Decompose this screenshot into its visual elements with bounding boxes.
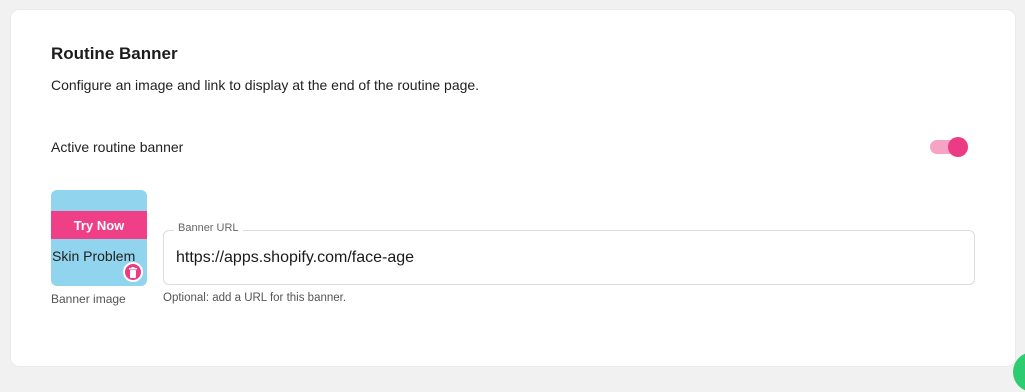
toggle-knob [948, 137, 968, 157]
banner-url-helper-text: Optional: add a URL for this banner. [163, 292, 347, 304]
section-description: Configure an image and link to display a… [51, 77, 480, 93]
banner-image-caption: Banner image [51, 292, 126, 306]
active-banner-label: Active routine banner [51, 139, 184, 155]
banner-try-now-text: Try Now [51, 211, 147, 239]
active-banner-toggle[interactable] [930, 137, 968, 157]
banner-url-input[interactable] [176, 231, 956, 284]
routine-banner-card: Routine Banner Configure an image and li… [11, 10, 1015, 366]
section-title: Routine Banner [51, 44, 178, 63]
banner-skin-text: Skin Problem [52, 248, 136, 264]
delete-banner-button[interactable] [123, 262, 143, 282]
banner-url-field: Banner URL [163, 222, 975, 285]
trash-icon [129, 266, 137, 278]
